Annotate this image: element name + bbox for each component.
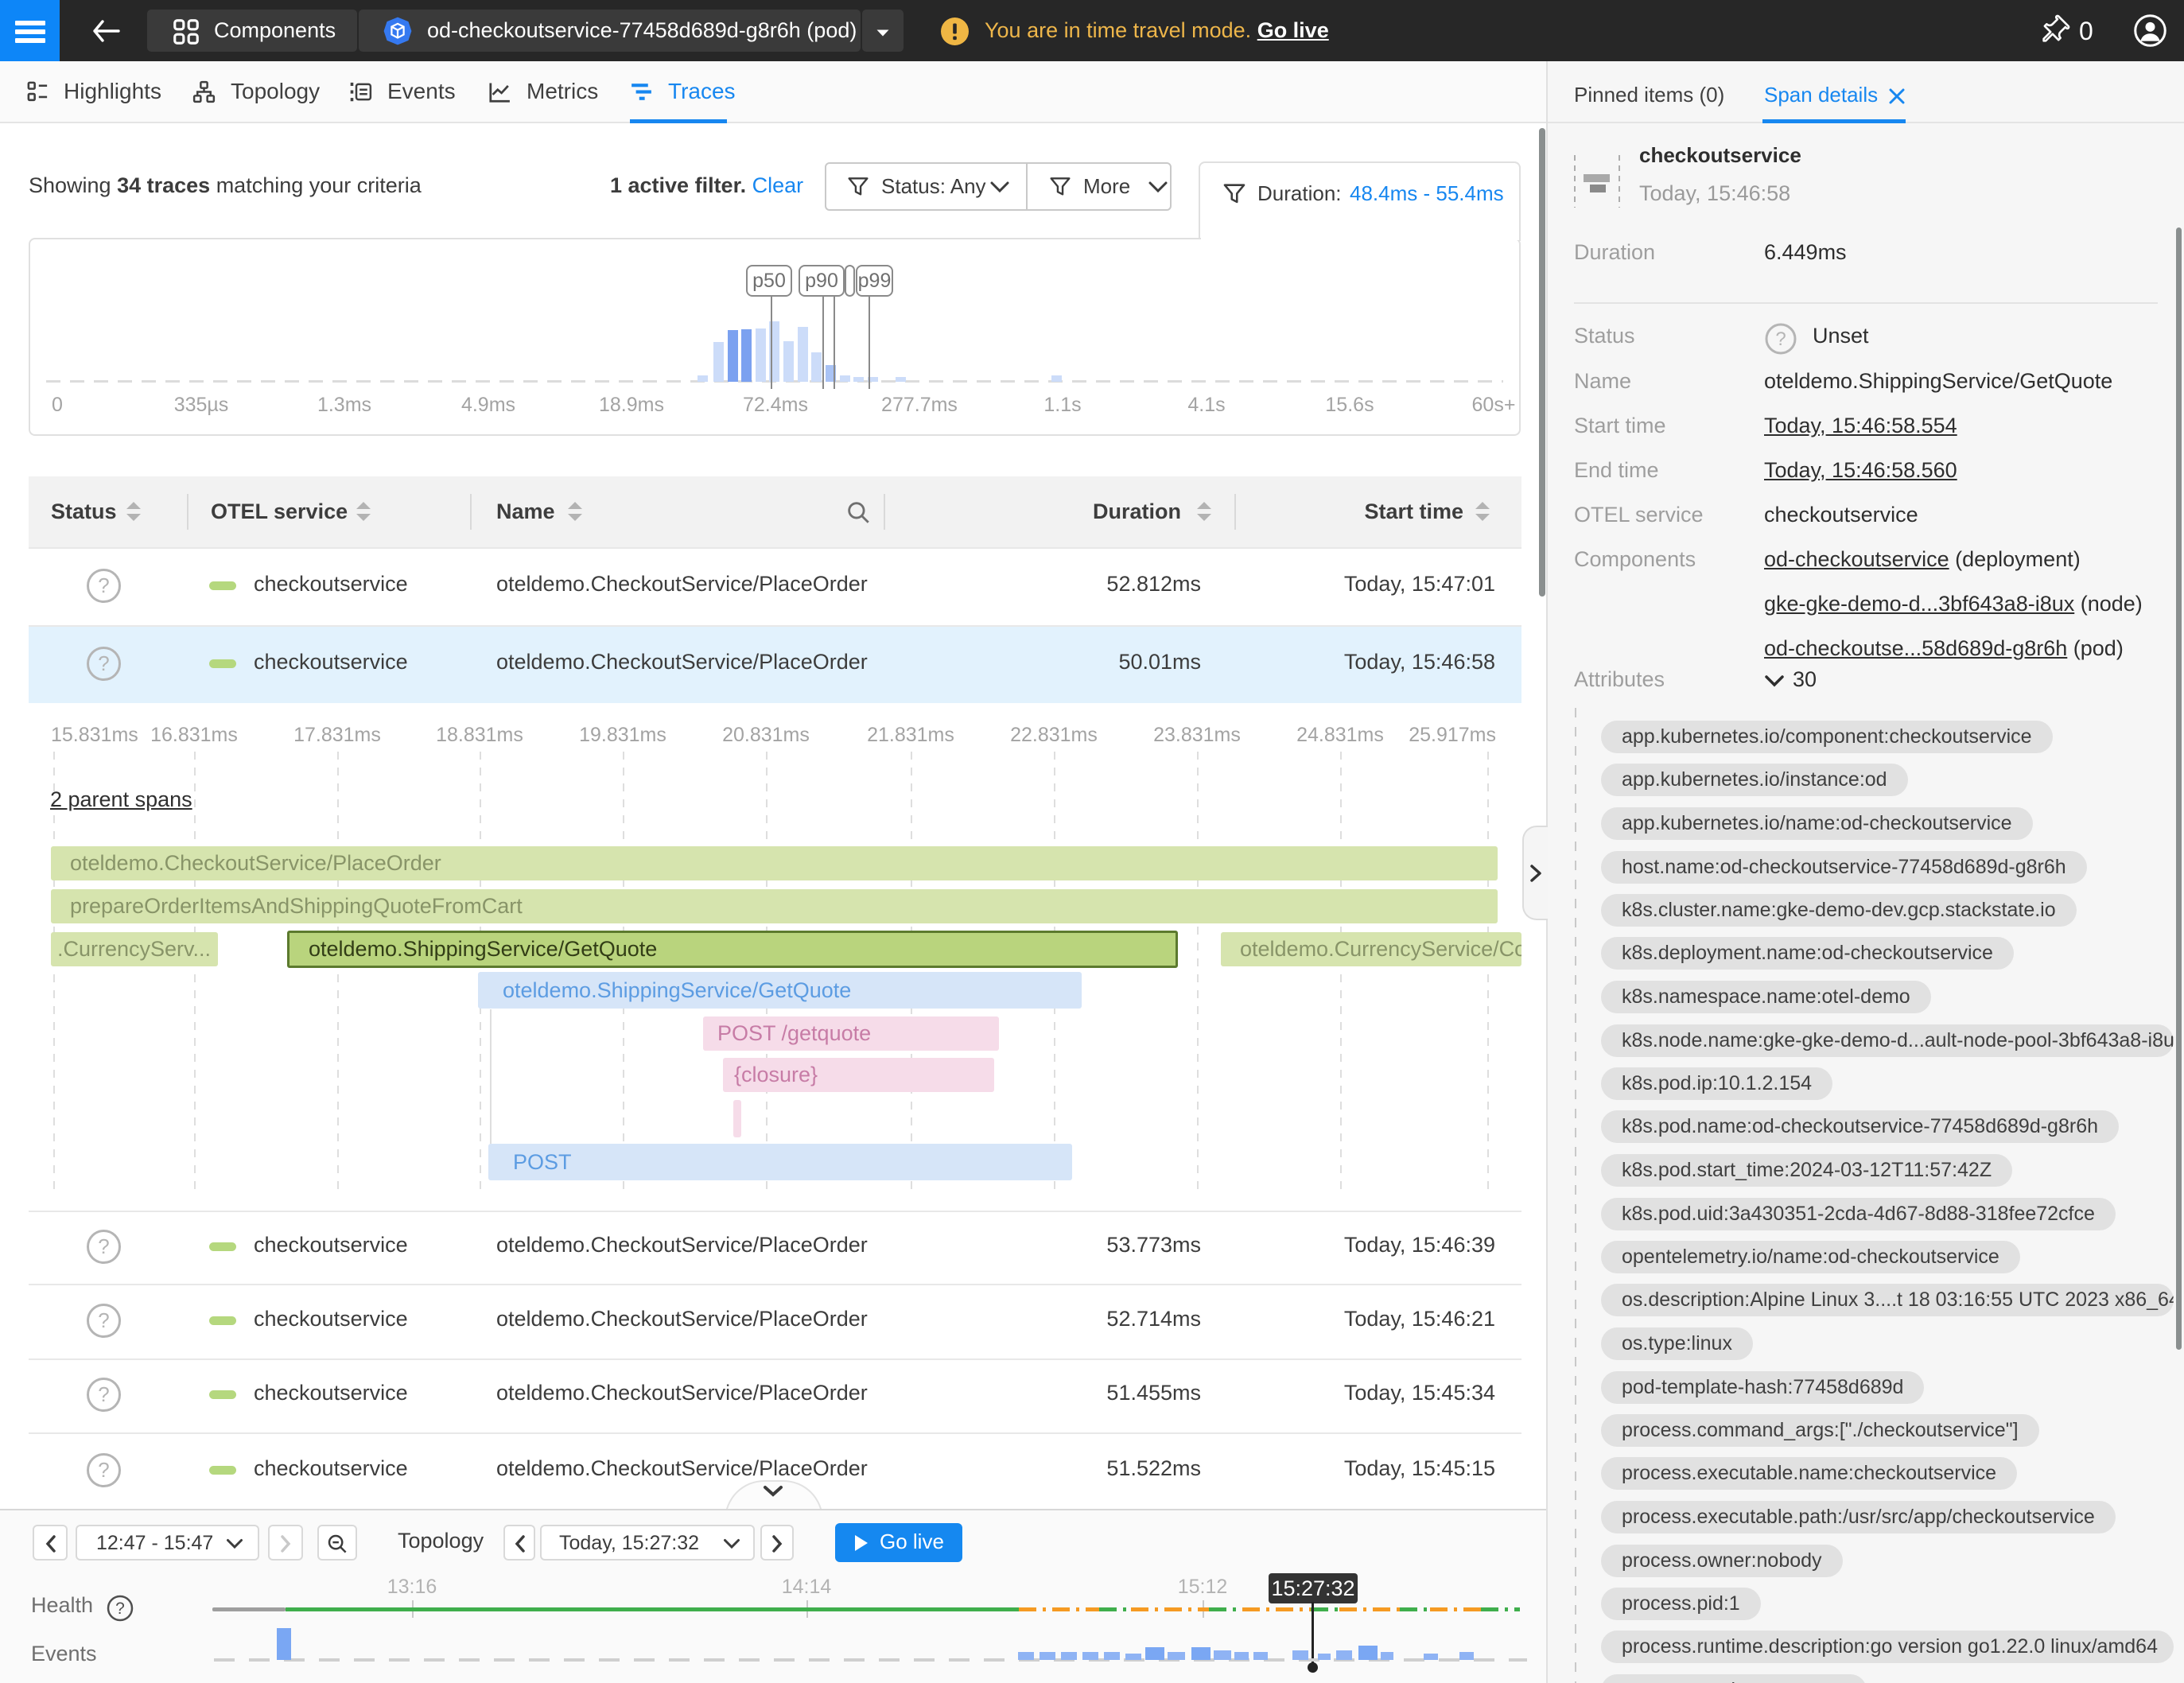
svg-text:?: ? xyxy=(98,1308,109,1332)
svg-text:?: ? xyxy=(1775,328,1786,350)
svg-text:?: ? xyxy=(98,1234,109,1258)
svg-text:?: ? xyxy=(98,573,109,597)
svg-text:?: ? xyxy=(115,1599,125,1618)
svg-text:?: ? xyxy=(98,651,109,675)
svg-text:?: ? xyxy=(98,1382,109,1406)
svg-text:?: ? xyxy=(98,1458,109,1482)
